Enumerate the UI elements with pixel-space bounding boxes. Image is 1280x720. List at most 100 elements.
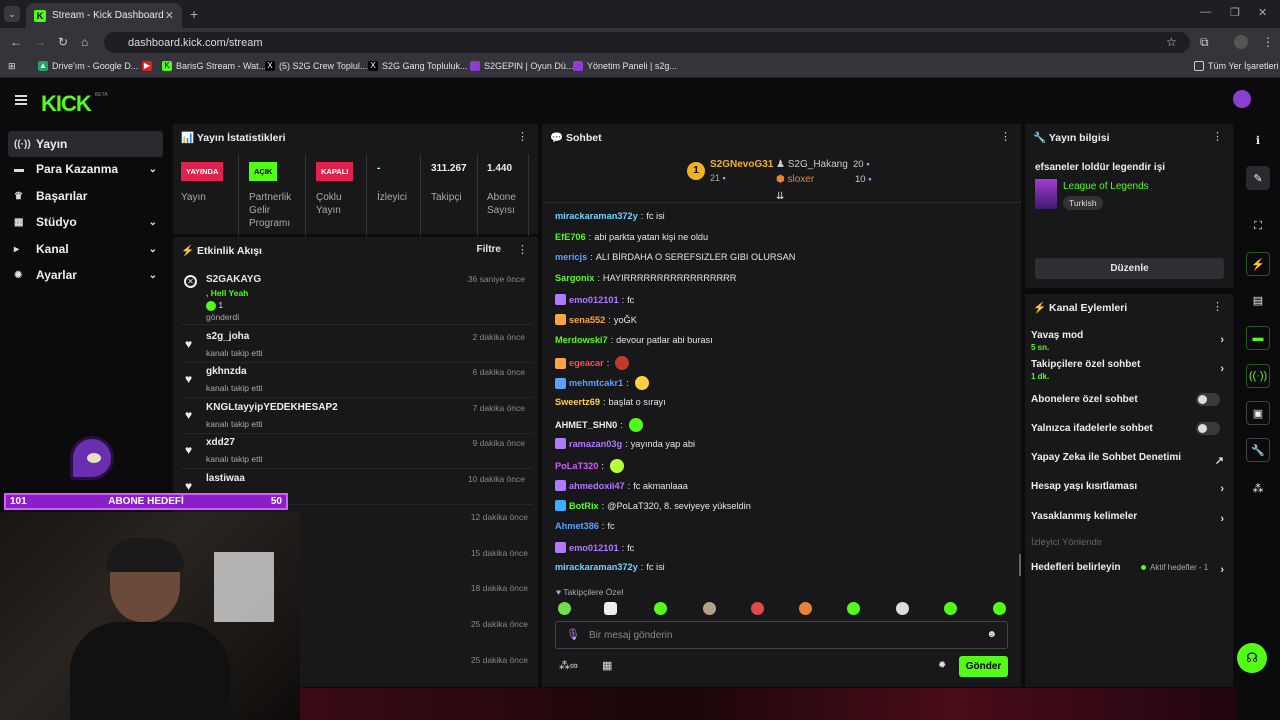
chat-username[interactable]: PoLaT320 [555,461,598,471]
crop-icon[interactable]: ⛶ [1246,214,1270,238]
group-icon[interactable]: ⁂ [1246,476,1270,500]
bookmark-5[interactable]: X S2G Gang Topluluk... [368,61,467,71]
emote-icon[interactable] [703,602,716,615]
ai-moderation-row[interactable]: Yapay Zeka ile Sohbet Denetimi ↗ [1031,452,1227,467]
sidebar-item-studyo[interactable]: ▦ Stüdyo ⌄ [8,209,163,235]
microphone-icon[interactable]: 🎙 [566,628,580,641]
store-icon[interactable]: ▦ [602,659,612,672]
account-age-row[interactable]: Hesap yaşı kısıtlaması › [1031,481,1227,495]
profile-icon[interactable] [1234,35,1248,49]
banned-words-row[interactable]: Yasaklanmış kelimeler › [1031,511,1227,525]
bookmark-2[interactable]: ▶ [142,61,156,71]
chat-username[interactable]: AHMET_SHN0 [555,420,617,430]
channel-actions-menu-icon[interactable]: ⋮ [1212,300,1223,313]
chat-username[interactable]: emo012101 [569,295,619,305]
top-gifter-3[interactable]: ⬢ sloxer [776,174,814,185]
stats-menu-icon[interactable]: ⋮ [517,130,528,143]
back-icon[interactable]: ← [10,35,22,49]
chat-username[interactable]: mirackaraman372y [555,211,638,221]
edit-button[interactable]: Düzenle [1035,258,1224,279]
close-window-icon[interactable]: ✕ [1258,6,1267,19]
emote-icon[interactable] [751,602,764,615]
category-link[interactable]: League of Legends [1063,181,1149,192]
send-button[interactable]: Gönder [959,656,1008,677]
wrench-icon[interactable]: 🔧 [1246,438,1270,462]
home-icon[interactable]: ⌂ [81,35,88,49]
reload-icon[interactable]: ↻ [58,35,68,49]
emote-icon[interactable] [993,602,1006,615]
emote-icon[interactable] [944,602,957,615]
sidebar-item-ayarlar[interactable]: ✹ Ayarlar ⌄ [8,262,163,288]
chat-username[interactable]: EfE706 [555,232,586,242]
chat-username[interactable]: Sweertz69 [555,397,600,407]
chat-username[interactable]: mehmtcakr1 [569,378,623,388]
chat-username[interactable]: ramazan03g [569,439,622,449]
user-avatar[interactable] [1233,90,1251,108]
broadcast-icon[interactable]: ((·)) [1246,364,1270,388]
emote-icon[interactable] [896,602,909,615]
chat-menu-icon[interactable]: ⋮ [1000,130,1011,143]
minimize-icon[interactable]: — [1200,6,1211,18]
apps-icon[interactable]: ⊞ [8,61,16,72]
new-tab-icon[interactable]: + [190,6,198,22]
menu-dots-icon[interactable]: ⋮ [1262,35,1274,49]
chat-scrollbar[interactable] [1019,554,1021,576]
chat-username[interactable]: egeacar [569,358,604,368]
all-bookmarks[interactable]: Tüm Yer İşaretleri [1194,61,1279,71]
emote-icon[interactable] [654,602,667,615]
emote-icon[interactable] [799,602,812,615]
lightning-icon[interactable]: ⚡ [1246,252,1270,276]
sidebar-item-basarilar[interactable]: ♛ Başarılar [8,183,163,209]
kick-points-icon[interactable]: ⁂∞ [559,659,578,672]
maximize-icon[interactable]: ❐ [1230,6,1240,19]
sidebar-item-yayin[interactable]: ((·)) Yayın [8,131,163,157]
collapse-icon[interactable]: ⇊ [776,191,784,202]
chat-username[interactable]: sena552 [569,315,605,325]
chat-bubble-icon[interactable]: ▬ [1246,326,1270,350]
extensions-icon[interactable]: ⧉ [1200,35,1209,50]
hamburger-menu-icon[interactable] [15,95,27,105]
stream-info-menu-icon[interactable]: ⋮ [1212,130,1223,143]
chat-username[interactable]: Merdowski7 [555,335,608,345]
chat-settings-icon[interactable]: ✹ [938,660,946,671]
chat-username[interactable]: Sargonix [555,273,594,283]
chat-username[interactable]: emo012101 [569,543,619,553]
bookmark-6[interactable]: S2GEPIN | Oyun Dü... [470,61,573,71]
chat-username[interactable]: ahmedoxii47 [569,481,625,491]
layout-icon[interactable]: ▣ [1246,401,1270,425]
sidebar-item-para-kazanma[interactable]: ▬ Para Kazanma ⌄ [8,156,163,182]
chat-username[interactable]: BotRix [569,501,599,511]
bookmark-3[interactable]: K BarisG Stream - Wat... [162,61,266,71]
bookmark-1[interactable]: ▲ Drive'ım - Google D... [38,61,138,71]
tab-search-icon[interactable]: ⌄ [4,6,20,22]
kick-logo[interactable]: KICK [41,91,92,117]
subscribers-only-toggle[interactable] [1196,393,1220,406]
document-icon[interactable]: ▤ [1246,288,1270,312]
bookmark-star-icon[interactable]: ☆ [1166,35,1177,49]
browser-tab[interactable]: K Stream - Kick Dashboard ✕ [26,3,182,28]
close-tab-icon[interactable]: ✕ [165,9,174,22]
chat-username[interactable]: Ahmet386 [555,521,599,531]
bookmark-4[interactable]: X (5) S2G Crew Toplul... [265,61,367,71]
emotes-only-toggle[interactable] [1196,422,1220,435]
goals-row[interactable]: Hedefleri belirleyin Aktif hedefler - 1 › [1031,562,1227,576]
emote-icon[interactable] [558,602,571,615]
url-input[interactable]: dashboard.kick.com/stream [104,32,1190,53]
forward-icon[interactable]: → [34,35,46,49]
emote-icon[interactable] [847,602,860,615]
support-chat-icon[interactable]: ☊ [1237,643,1267,673]
sidebar-item-kanal[interactable]: ▸ Kanal ⌄ [8,236,163,262]
emote-icon[interactable] [604,602,617,615]
pencil-icon[interactable]: ✎ [1246,166,1270,190]
bookmark-7[interactable]: Yönetim Paneli | s2g... [573,61,677,71]
chat-username[interactable]: mericjs [555,252,587,262]
slow-mode-row[interactable]: Yavaş mod 5 sn. › [1031,330,1227,352]
emoji-picker-icon[interactable]: ☻ [986,629,997,640]
followers-only-row[interactable]: Takipçilere özel sohbet 1 dk. › [1031,359,1227,381]
filter-button[interactable]: Filtre [477,244,501,255]
chat-input[interactable]: 🎙 Bir mesaj gönderin ☻ [555,621,1008,649]
top-gifter-2[interactable]: ♟ S2G_Hakang [776,159,848,170]
chat-username[interactable]: mirackaraman372y [555,562,638,572]
info-icon[interactable]: ℹ [1246,128,1270,152]
top-gifter-1[interactable]: S2GNevoG31 [710,159,773,170]
